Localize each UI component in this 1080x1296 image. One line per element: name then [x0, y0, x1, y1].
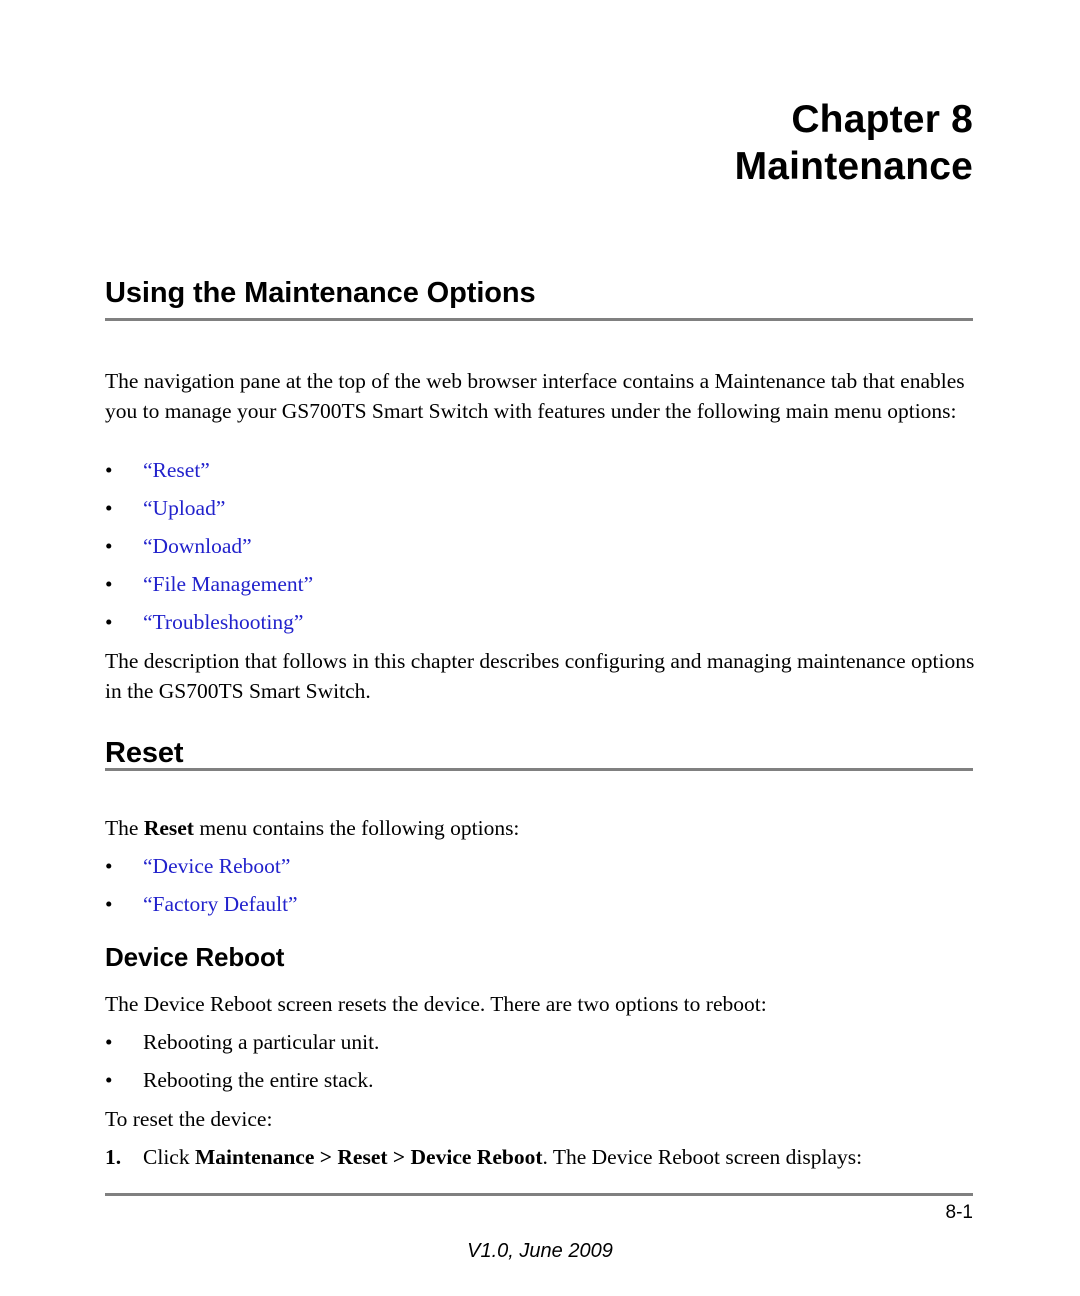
- list-item: • Rebooting a particular unit.: [105, 1028, 985, 1056]
- bullet-icon: •: [105, 534, 113, 558]
- step-menu-path: Maintenance > Reset > Device Reboot: [194, 1145, 543, 1169]
- reset-intro-suffix: menu contains the following options:: [193, 816, 520, 840]
- step-text-suffix: . The Device Reboot screen displays:: [542, 1145, 863, 1169]
- list-item: • “Download”: [105, 532, 985, 560]
- xref-link-factory-default[interactable]: “Factory Default”: [143, 890, 985, 918]
- reset-intro-prefix: The: [105, 816, 144, 840]
- document-version: V1.0, June 2009: [467, 1240, 613, 1262]
- xref-link-file-management[interactable]: “File Management”: [143, 570, 985, 598]
- footer-rule: [105, 1193, 973, 1196]
- list-item: • “Troubleshooting”: [105, 608, 985, 636]
- intro-paragraph: The navigation pane at the top of the we…: [105, 369, 965, 423]
- bullet-icon: •: [105, 458, 113, 482]
- bullet-icon: •: [105, 892, 113, 916]
- list-item: • “Upload”: [105, 494, 985, 522]
- bullet-icon: •: [105, 854, 113, 878]
- chapter-number: Chapter 8: [791, 98, 973, 141]
- subsection-heading-device-reboot: Device Reboot: [105, 942, 285, 972]
- xref-link-reset[interactable]: “Reset”: [143, 456, 985, 484]
- step-number: 1.: [105, 1145, 122, 1169]
- xref-link-device-reboot[interactable]: “Device Reboot”: [143, 852, 985, 880]
- section-heading-using-maintenance-options: Using the Maintenance Options: [105, 277, 536, 309]
- section-heading-rule: [105, 318, 973, 321]
- list-item: • “Reset”: [105, 456, 985, 484]
- procedure-step: 1. Click Maintenance > Reset > Device Re…: [105, 1143, 985, 1172]
- bullet-icon: •: [105, 1068, 113, 1092]
- bullet-icon: •: [105, 572, 113, 596]
- bullet-icon: •: [105, 610, 113, 634]
- list-item-label: Rebooting the entire stack.: [143, 1068, 374, 1092]
- procedure-lead-in: To reset the device:: [105, 1107, 273, 1131]
- section-heading-rule: [105, 768, 973, 771]
- step-text-prefix: Click: [143, 1145, 195, 1169]
- xref-link-download[interactable]: “Download”: [143, 532, 985, 560]
- reset-intro-paragraph: The Reset menu contains the following op…: [105, 813, 985, 843]
- step-text: Click Maintenance > Reset > Device Reboo…: [143, 1143, 985, 1172]
- list-item: • “Factory Default”: [105, 890, 985, 918]
- page-number: 8-1: [945, 1202, 973, 1223]
- section-heading-reset: Reset: [105, 737, 184, 769]
- xref-link-upload[interactable]: “Upload”: [143, 494, 985, 522]
- document-page: Chapter 8 Maintenance Using the Maintena…: [0, 0, 1080, 1296]
- xref-link-troubleshooting[interactable]: “Troubleshooting”: [143, 608, 985, 636]
- bullet-icon: •: [105, 1030, 113, 1054]
- list-item: • “File Management”: [105, 570, 985, 598]
- device-reboot-intro-paragraph: The Device Reboot screen resets the devi…: [105, 992, 767, 1016]
- bullet-icon: •: [105, 496, 113, 520]
- list-item: • “Device Reboot”: [105, 852, 985, 880]
- list-item: • Rebooting the entire stack.: [105, 1066, 985, 1094]
- list-item-label: Rebooting a particular unit.: [143, 1030, 380, 1054]
- chapter-heading: Chapter 8 Maintenance: [105, 96, 973, 190]
- section-closing-paragraph: The description that follows in this cha…: [105, 649, 975, 703]
- chapter-title: Maintenance: [734, 145, 973, 188]
- reset-intro-bold: Reset: [143, 816, 194, 840]
